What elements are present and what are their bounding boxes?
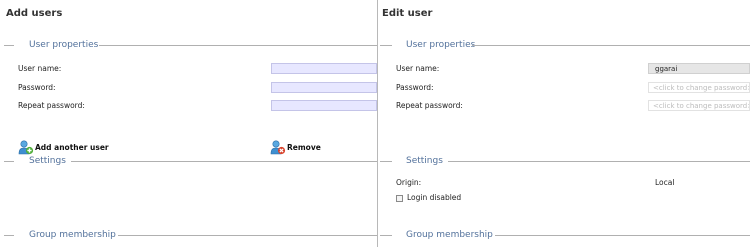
settings-section-title: Settings (406, 156, 443, 166)
repeat-password-label: Repeat password: (396, 101, 463, 110)
section-rule-left (380, 45, 392, 46)
user-properties-section-title: User properties (406, 40, 476, 50)
origin-value: Local (655, 178, 675, 187)
user-remove-icon (270, 140, 286, 155)
add-users-title: Add users (6, 8, 63, 19)
login-disabled-label: Login disabled (407, 193, 462, 202)
group-membership-section-header: Group membership (378, 229, 750, 241)
section-rule-right (495, 235, 750, 236)
edit-user-panel: Edit user User properties User name: gga… (378, 0, 750, 247)
origin-label: Origin: (396, 178, 422, 187)
group-membership-section-title: Group membership (406, 230, 493, 240)
settings-section-header: Settings (378, 155, 750, 167)
password-change-field[interactable]: <click to change password> (648, 82, 750, 93)
section-rule-right (448, 161, 750, 162)
repeat-password-change-field[interactable]: <click to change password> (648, 100, 750, 111)
section-rule-right (99, 45, 377, 46)
remove-user-button[interactable]: Remove (270, 140, 321, 155)
add-another-user-button[interactable]: Add another user (18, 140, 109, 155)
settings-section-header: Settings (0, 155, 377, 167)
password-label: Password: (396, 83, 434, 92)
user-name-label: User name: (396, 64, 440, 73)
section-rule-left (4, 235, 14, 236)
add-another-user-label: Add another user (35, 143, 109, 152)
repeat-password-label: Repeat password: (18, 101, 85, 110)
group-membership-section-title: Group membership (29, 230, 116, 240)
user-name-field[interactable]: ggarai (648, 63, 750, 74)
settings-section-title: Settings (29, 156, 66, 166)
section-rule-left (380, 235, 392, 236)
password-input[interactable] (271, 82, 377, 93)
user-properties-section-header: User properties (0, 39, 377, 51)
repeat-password-input[interactable] (271, 100, 377, 111)
group-membership-section-header: Group membership (0, 229, 377, 241)
login-disabled-checkbox[interactable] (396, 195, 403, 202)
password-label: Password: (18, 83, 56, 92)
edit-user-title: Edit user (382, 8, 433, 19)
user-properties-section-title: User properties (29, 40, 99, 50)
add-users-panel: Add users User properties User name: Pas… (0, 0, 377, 247)
user-properties-section-header: User properties (378, 39, 750, 51)
section-rule-left (4, 161, 14, 162)
section-rule-right (472, 45, 750, 46)
user-add-icon (18, 140, 34, 155)
user-name-label: User name: (18, 64, 62, 73)
section-rule-right (71, 161, 377, 162)
user-name-input[interactable] (271, 63, 377, 74)
section-rule-left (4, 45, 14, 46)
remove-user-label: Remove (287, 143, 321, 152)
section-rule-right (118, 235, 377, 236)
section-rule-left (380, 161, 392, 162)
